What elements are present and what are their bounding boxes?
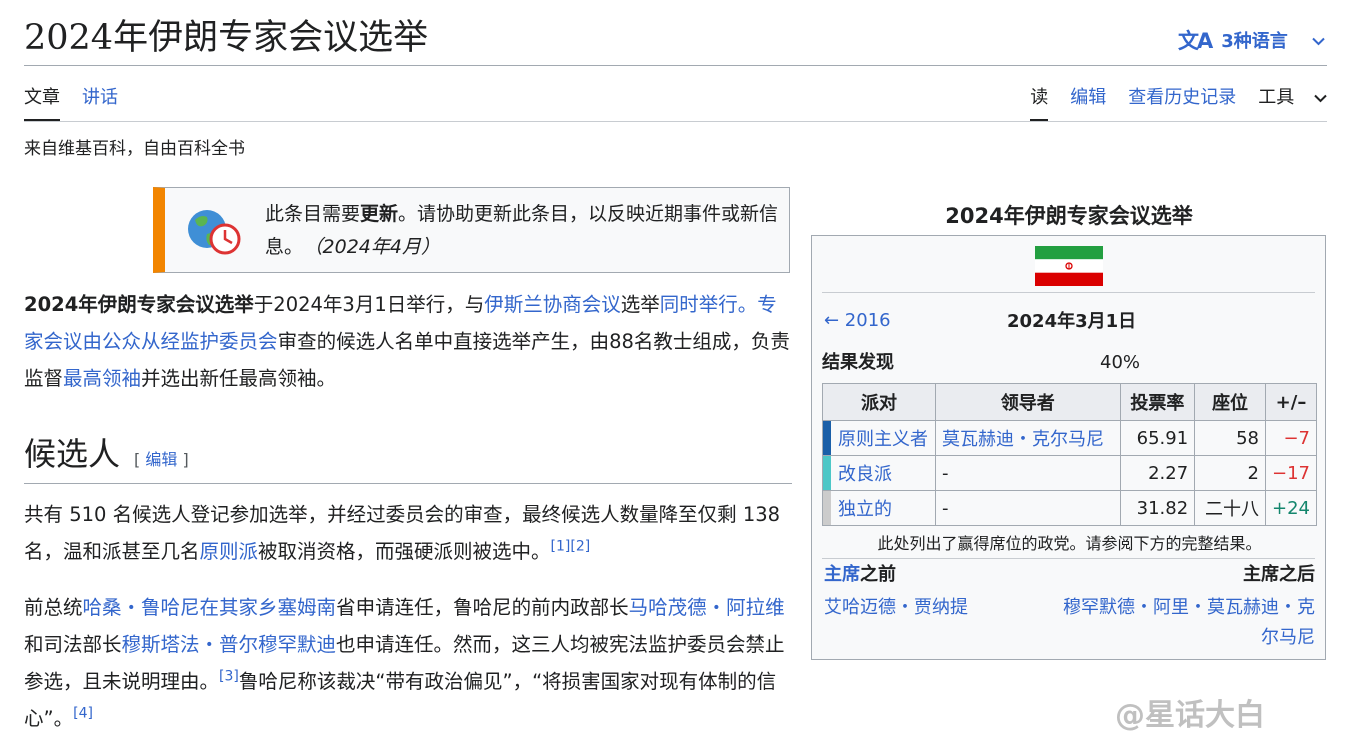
chairman-before-link[interactable]: 艾哈迈德・贾纳提 bbox=[824, 593, 968, 623]
infobox-divider bbox=[822, 558, 1315, 559]
chairman-after-link[interactable]: 穆罕默德・阿里・莫瓦赫迪・克尔马尼 bbox=[1055, 593, 1315, 653]
link-public[interactable]: 公众 bbox=[102, 330, 141, 353]
table-header-row: 派对 领导者 投票率 座位 +/– bbox=[822, 383, 1318, 421]
party-link[interactable]: 独立的 bbox=[838, 499, 892, 520]
link-alavi[interactable]: 马哈茂德・阿拉维 bbox=[629, 596, 785, 619]
results-label: 结果发现 bbox=[822, 352, 894, 373]
link-majlis[interactable]: 伊斯兰协商会议 bbox=[484, 293, 621, 316]
link-rouhani[interactable]: 哈桑・鲁哈尼 bbox=[83, 596, 200, 619]
party-link[interactable]: 原则主义者 bbox=[838, 429, 928, 450]
leader-cell: - bbox=[934, 455, 1121, 491]
tabs-divider bbox=[24, 121, 1327, 122]
page-title: 2024年伊朗专家会议选举 bbox=[24, 18, 429, 58]
watermark: @星话大白 bbox=[1115, 698, 1265, 733]
leader-cell: 莫瓦赫迪・克尔马尼 bbox=[934, 420, 1121, 456]
party-cell: 原则主义者 bbox=[822, 420, 936, 456]
chairman-before-label: 主席之前 bbox=[824, 564, 896, 585]
link-semnan[interactable]: 塞姆南 bbox=[278, 596, 337, 619]
language-button[interactable]: 文A 3种语言 bbox=[1178, 24, 1325, 56]
tab-read[interactable]: 读 bbox=[1030, 84, 1049, 122]
tools-menu[interactable]: 工具 bbox=[1258, 84, 1327, 122]
change-cell: −7 bbox=[1264, 420, 1318, 456]
link-pourmohammadi[interactable]: 穆斯塔法・普尔穆罕默迪 bbox=[122, 633, 337, 656]
site-tagline: 来自维基百科，自由百科全书 bbox=[24, 139, 245, 159]
results-value: 40% bbox=[1100, 352, 1141, 373]
section-heading: 候选人[ 编辑 ] bbox=[24, 435, 189, 473]
col-party: 派对 bbox=[822, 383, 936, 421]
seats-cell: 2 bbox=[1194, 455, 1266, 491]
tab-history[interactable]: 查看历史记录 bbox=[1128, 84, 1236, 122]
col-change: +/– bbox=[1264, 383, 1318, 421]
tab-talk[interactable]: 讲话 bbox=[82, 84, 118, 122]
title-divider bbox=[24, 65, 1327, 66]
vote-cell: 2.27 bbox=[1119, 455, 1196, 491]
results-note: 此处列出了赢得席位的政党。请参阅下方的完整结果。 bbox=[877, 534, 1262, 553]
change-cell: −17 bbox=[1264, 455, 1318, 491]
update-notice: 此条目需要更新。请协助更新此条目，以反映近期事件或新信息。 （2024年4月） bbox=[153, 187, 790, 273]
candidates-paragraph: 共有 510 名候选人登记参加选举，并经过委员会的审查，最终候选人数量降至仅剩 … bbox=[24, 503, 781, 563]
leader-link[interactable]: 莫瓦赫迪・克尔马尼 bbox=[942, 429, 1104, 450]
section-divider bbox=[24, 483, 792, 484]
tab-article[interactable]: 文章 bbox=[24, 84, 60, 122]
table-row: 原则主义者 莫瓦赫迪・克尔马尼 65.91 58 −7 bbox=[822, 420, 1318, 456]
ref-3[interactable]: [3] bbox=[219, 669, 239, 685]
seats-cell: 二十八 bbox=[1194, 490, 1266, 526]
ref-4[interactable]: [4] bbox=[73, 706, 93, 722]
language-label: 3种语言 bbox=[1221, 31, 1288, 52]
chairman-link[interactable]: 主席 bbox=[824, 564, 860, 585]
tools-label: 工具 bbox=[1258, 87, 1295, 108]
infobox-divider bbox=[822, 292, 1315, 293]
seats-cell: 58 bbox=[1194, 420, 1266, 456]
party-link[interactable]: 改良派 bbox=[838, 464, 892, 485]
col-leader: 领导者 bbox=[934, 383, 1121, 421]
chairman-after-label: 主席之后 bbox=[1243, 564, 1315, 585]
infobox-caption: 2024年伊朗专家会议选举 bbox=[945, 204, 1193, 228]
party-cell: 独立的 bbox=[822, 490, 936, 526]
ref-1[interactable]: [1] bbox=[551, 539, 571, 555]
translate-icon: 文A bbox=[1178, 29, 1213, 53]
link-supreme-leader[interactable]: 最高领袖 bbox=[63, 367, 141, 390]
table-row: 改良派 - 2.27 2 −17 bbox=[822, 455, 1318, 491]
change-cell: +24 bbox=[1264, 490, 1318, 526]
chevron-down-icon bbox=[1312, 30, 1325, 51]
results-table: 派对 领导者 投票率 座位 +/– 原则主义者 莫瓦赫迪・克尔马尼 65.91 … bbox=[822, 383, 1318, 526]
leader-cell: - bbox=[934, 490, 1121, 526]
col-vote: 投票率 bbox=[1119, 383, 1196, 421]
iran-flag-image[interactable] bbox=[1035, 246, 1103, 286]
namespace-tabs: 文章 讲话 bbox=[24, 84, 118, 122]
infobox: ← 2016 2024年3月1日 结果发现 40% 派对 领导者 投票率 座位 … bbox=[811, 235, 1326, 660]
table-row: 独立的 - 31.82 二十八 +24 bbox=[822, 490, 1318, 526]
vote-cell: 31.82 bbox=[1119, 490, 1196, 526]
vote-cell: 65.91 bbox=[1119, 420, 1196, 456]
edit-section-link[interactable]: [ 编辑 ] bbox=[134, 450, 189, 469]
ref-2[interactable]: [2] bbox=[570, 539, 590, 555]
election-date: 2024年3月1日 bbox=[1007, 311, 1137, 332]
chevron-down-icon bbox=[1314, 87, 1327, 108]
notice-date: （2024年4月） bbox=[313, 236, 440, 258]
col-seats: 座位 bbox=[1194, 383, 1266, 421]
link-principlists[interactable]: 原则派 bbox=[200, 540, 259, 563]
link-concurrent[interactable]: 同时举行 bbox=[660, 293, 738, 316]
party-cell: 改良派 bbox=[822, 455, 936, 491]
link-guardian-council[interactable]: 监护委员会 bbox=[180, 330, 278, 353]
notice-text: 此条目需要更新。请协助更新此条目，以反映近期事件或新信息。 （2024年4月） bbox=[265, 203, 779, 258]
globe-clock-icon bbox=[188, 210, 241, 255]
rouhani-paragraph: 前总统哈桑・鲁哈尼在其家乡塞姆南省申请连任，鲁哈尼的前内政部长马哈茂德・阿拉维和… bbox=[24, 596, 785, 730]
tab-edit[interactable]: 编辑 bbox=[1070, 84, 1106, 122]
intro-paragraph: 2024年伊朗专家会议选举于2024年3月1日举行，与伊斯兰协商会议选举同时举行… bbox=[24, 293, 790, 390]
previous-election-link[interactable]: ← 2016 bbox=[824, 306, 891, 336]
view-tabs: 读 编辑 查看历史记录 工具 bbox=[1030, 84, 1327, 122]
